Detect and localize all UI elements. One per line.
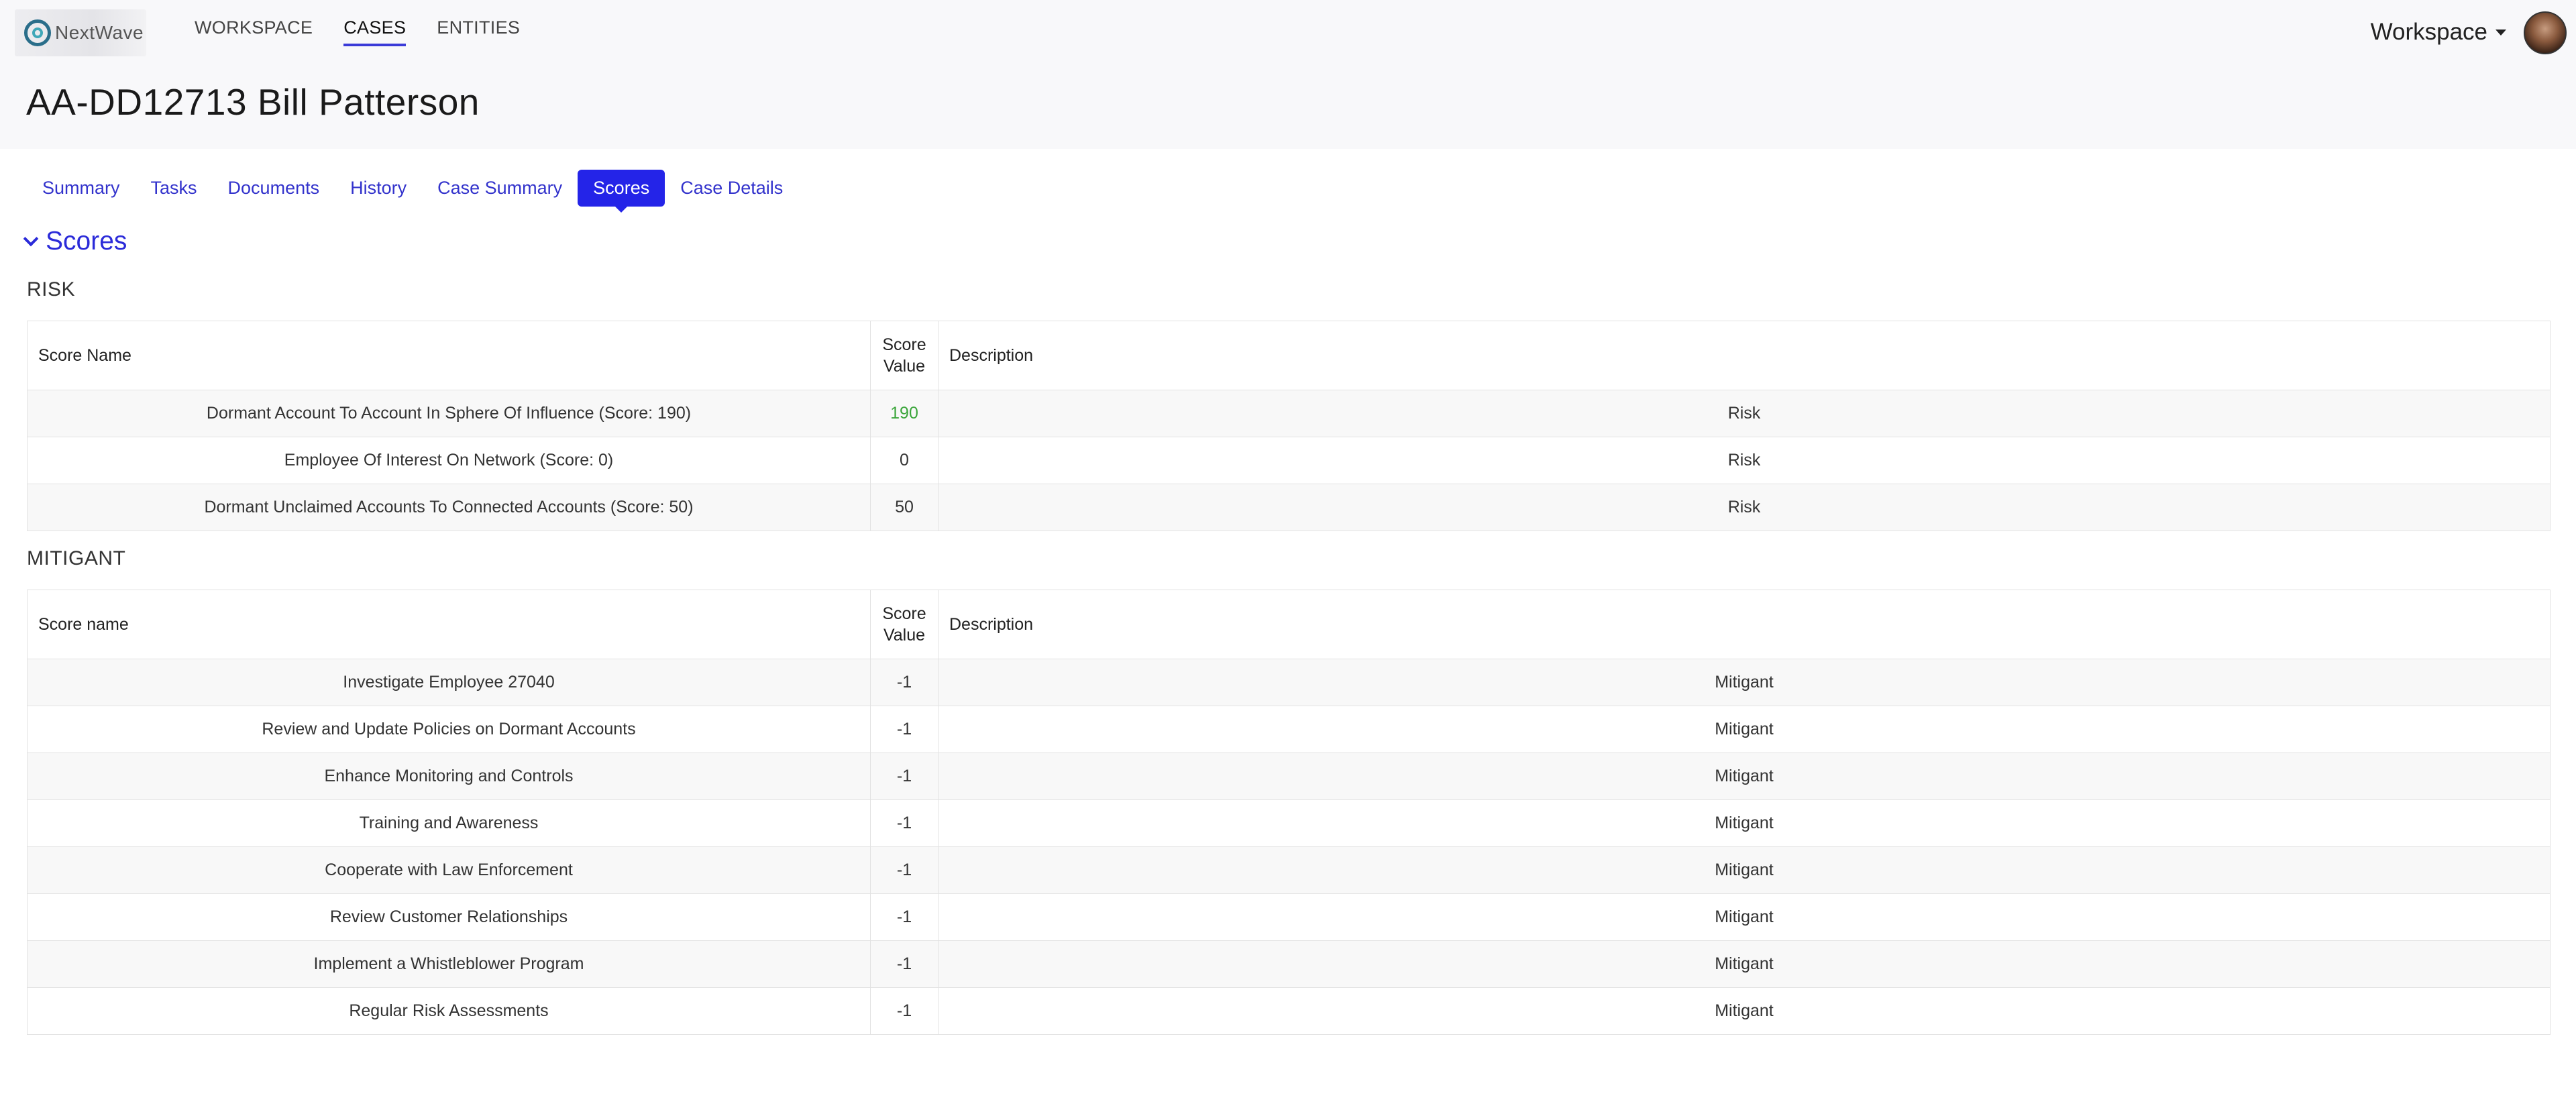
score-value-cell: 0 (870, 437, 938, 484)
description-cell: Mitigant (938, 753, 2551, 800)
score-value-cell: -1 (870, 940, 938, 988)
description-cell: Risk (938, 390, 2551, 437)
table-row: Enhance Monitoring and Controls -1 Mitig… (27, 753, 2551, 800)
table-row: Review and Update Policies on Dormant Ac… (27, 706, 2551, 753)
table-row: Dormant Account To Account In Sphere Of … (27, 390, 2551, 437)
caret-down-icon (2496, 29, 2506, 36)
score-name-cell: Review and Update Policies on Dormant Ac… (27, 706, 871, 753)
table-row: Training and Awareness -1 Mitigant (27, 799, 2551, 847)
score-value-cell: -1 (870, 987, 938, 1035)
logo-text: NextWave (55, 22, 144, 43)
description-cell: Mitigant (938, 893, 2551, 941)
column-header-description: Description (938, 590, 2551, 659)
score-value-cell: -1 (870, 706, 938, 753)
page-title: AA-DD12713 Bill Patterson (26, 81, 480, 123)
chevron-down-icon (23, 231, 39, 247)
table-row: Dormant Unclaimed Accounts To Connected … (27, 484, 2551, 531)
table-row: Regular Risk Assessments -1 Mitigant (27, 987, 2551, 1035)
case-tabs: Summary Tasks Documents History Case Sum… (27, 170, 798, 213)
tab-tasks[interactable]: Tasks (136, 170, 213, 207)
score-name-cell: Regular Risk Assessments (27, 987, 871, 1035)
workspace-menu-label: Workspace (2370, 19, 2487, 45)
score-value-cell: -1 (870, 846, 938, 894)
risk-group-title: RISK (27, 278, 76, 300)
description-cell: Mitigant (938, 987, 2551, 1035)
description-cell: Mitigant (938, 706, 2551, 753)
score-value-cell: -1 (870, 659, 938, 706)
description-cell: Risk (938, 437, 2551, 484)
nav-workspace[interactable]: WORKSPACE (195, 17, 313, 46)
tab-case-details[interactable]: Case Details (665, 170, 798, 207)
score-name-cell: Dormant Account To Account In Sphere Of … (27, 390, 871, 437)
tab-case-summary[interactable]: Case Summary (422, 170, 578, 207)
tab-documents[interactable]: Documents (213, 170, 335, 207)
section-title: Scores (46, 227, 127, 256)
table-header-row: Score name Score Value Description (27, 590, 2551, 659)
score-value-cell: 50 (870, 484, 938, 531)
table-row: Cooperate with Law Enforcement -1 Mitiga… (27, 846, 2551, 894)
nav-cases[interactable]: CASES (343, 17, 407, 46)
risk-scores-table: Score Name Score Value Description Dorman… (27, 321, 2551, 531)
scores-section-toggle[interactable]: Scores (23, 227, 127, 256)
table-row: Employee Of Interest On Network (Score: … (27, 437, 2551, 484)
column-header-score-name: Score name (27, 590, 871, 659)
mitigant-group-title: MITIGANT (27, 547, 126, 569)
app-logo[interactable]: NextWave (15, 9, 146, 56)
fingerprint-logo-icon (24, 19, 51, 46)
table-header-row: Score Name Score Value Description (27, 321, 2551, 390)
column-header-score-name: Score Name (27, 321, 871, 390)
description-cell: Risk (938, 484, 2551, 531)
score-name-cell: Training and Awareness (27, 799, 871, 847)
workspace-menu[interactable]: Workspace (2371, 19, 2506, 46)
score-name-cell: Employee Of Interest On Network (Score: … (27, 437, 871, 484)
table-row: Review Customer Relationships -1 Mitigan… (27, 893, 2551, 941)
user-avatar[interactable] (2524, 11, 2567, 54)
score-name-cell: Implement a Whistleblower Program (27, 940, 871, 988)
app-header: NextWave WORKSPACE CASES ENTITIES Worksp… (0, 0, 2576, 149)
nav-entities[interactable]: ENTITIES (437, 17, 520, 46)
score-name-cell: Enhance Monitoring and Controls (27, 753, 871, 800)
description-cell: Mitigant (938, 846, 2551, 894)
mitigant-scores-table: Score name Score Value Description Invest… (27, 590, 2551, 1035)
description-cell: Mitigant (938, 659, 2551, 706)
top-nav: WORKSPACE CASES ENTITIES (195, 17, 551, 46)
description-cell: Mitigant (938, 940, 2551, 988)
score-name-cell: Review Customer Relationships (27, 893, 871, 941)
column-header-score-value: Score Value (870, 321, 938, 390)
score-name-cell: Dormant Unclaimed Accounts To Connected … (27, 484, 871, 531)
score-name-cell: Investigate Employee 27040 (27, 659, 871, 706)
score-name-cell: Cooperate with Law Enforcement (27, 846, 871, 894)
score-value-cell: -1 (870, 753, 938, 800)
description-cell: Mitigant (938, 799, 2551, 847)
column-header-score-value: Score Value (870, 590, 938, 659)
tab-history[interactable]: History (335, 170, 422, 207)
table-row: Investigate Employee 27040 -1 Mitigant (27, 659, 2551, 706)
tab-summary[interactable]: Summary (27, 170, 136, 207)
tab-scores[interactable]: Scores (578, 170, 665, 213)
table-row: Implement a Whistleblower Program -1 Mit… (27, 940, 2551, 988)
score-value-cell: 190 (870, 390, 938, 437)
score-value-cell: -1 (870, 893, 938, 941)
score-value-cell: -1 (870, 799, 938, 847)
column-header-description: Description (938, 321, 2551, 390)
